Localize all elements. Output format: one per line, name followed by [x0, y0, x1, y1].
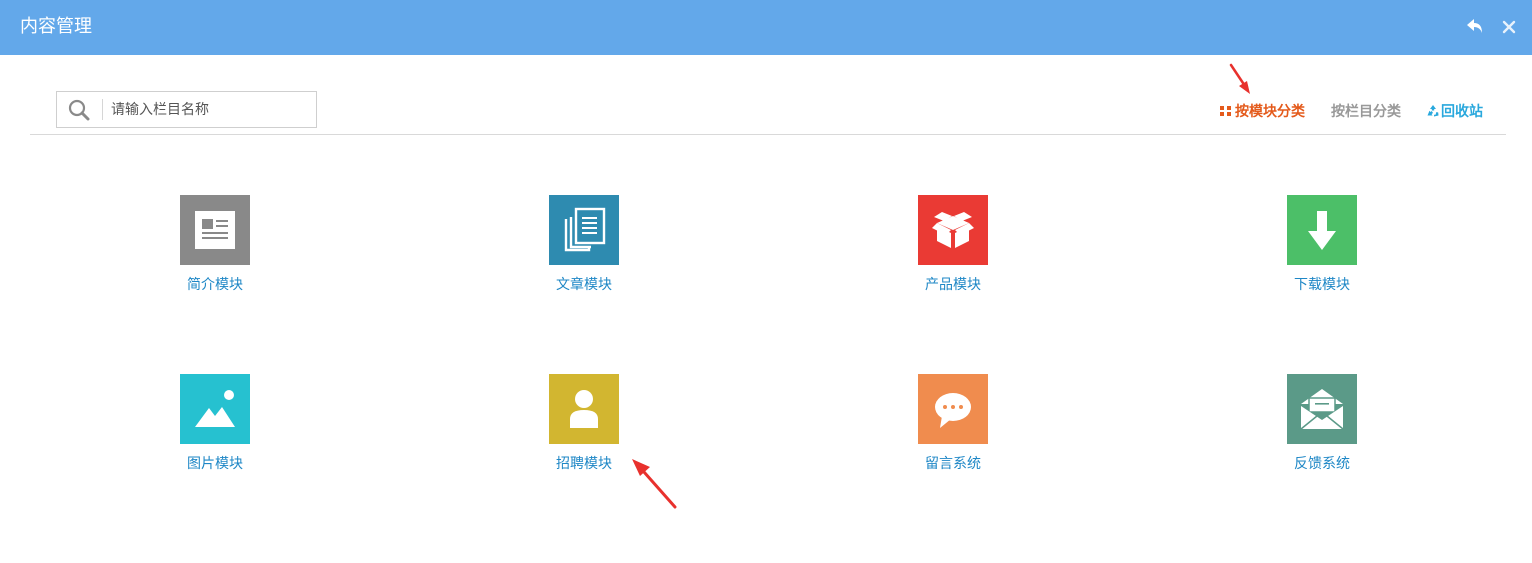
toolbar-divider	[30, 134, 1506, 135]
module-label: 文章模块	[556, 276, 612, 292]
view-by-module-link[interactable]: 按模块分类	[1220, 102, 1305, 120]
search-box	[56, 91, 317, 128]
module-tile-download[interactable]: 下载模块	[1252, 195, 1392, 294]
view-by-column-link[interactable]: 按栏目分类	[1331, 102, 1401, 120]
open-box-icon	[918, 195, 988, 265]
documents-icon	[549, 195, 619, 265]
back-arrow-icon	[1467, 19, 1482, 33]
module-label: 图片模块	[187, 455, 243, 471]
module-tile-product[interactable]: 产品模块	[883, 195, 1023, 294]
search-icon	[68, 99, 90, 121]
view-by-column-label: 按栏目分类	[1331, 103, 1401, 119]
person-icon	[549, 374, 619, 444]
module-tile-recruit[interactable]: 招聘模块	[514, 374, 654, 473]
back-button[interactable]	[1461, 13, 1489, 41]
search-separator	[102, 99, 103, 120]
module-label: 产品模块	[925, 276, 981, 292]
module-tile-feedback[interactable]: 反馈系统	[1252, 374, 1392, 473]
module-tile-image[interactable]: 图片模块	[145, 374, 285, 473]
close-button[interactable]	[1495, 13, 1523, 41]
image-icon	[180, 374, 250, 444]
module-label: 反馈系统	[1294, 455, 1350, 471]
recycle-bin-label: 回收站	[1441, 103, 1483, 119]
newspaper-icon	[180, 195, 250, 265]
module-label: 留言系统	[925, 455, 981, 471]
grid-icon	[1220, 106, 1231, 116]
recycle-icon	[1427, 105, 1439, 117]
download-arrow-icon	[1287, 195, 1357, 265]
module-tile-article[interactable]: 文章模块	[514, 195, 654, 294]
recycle-bin-link[interactable]: 回收站	[1426, 102, 1483, 120]
module-tile-intro[interactable]: 简介模块	[145, 195, 285, 294]
close-icon	[1502, 20, 1516, 34]
window-title: 内容管理	[20, 16, 92, 36]
view-by-module-label: 按模块分类	[1235, 103, 1305, 119]
envelope-icon	[1287, 374, 1357, 444]
module-label: 下载模块	[1294, 276, 1350, 292]
chat-bubble-icon	[918, 374, 988, 444]
module-label: 招聘模块	[556, 455, 612, 471]
annotation-arrow	[1229, 63, 1250, 94]
module-label: 简介模块	[187, 276, 243, 292]
search-input[interactable]	[111, 96, 306, 122]
window-titlebar: 内容管理	[0, 0, 1532, 55]
module-tile-message[interactable]: 留言系统	[883, 374, 1023, 473]
